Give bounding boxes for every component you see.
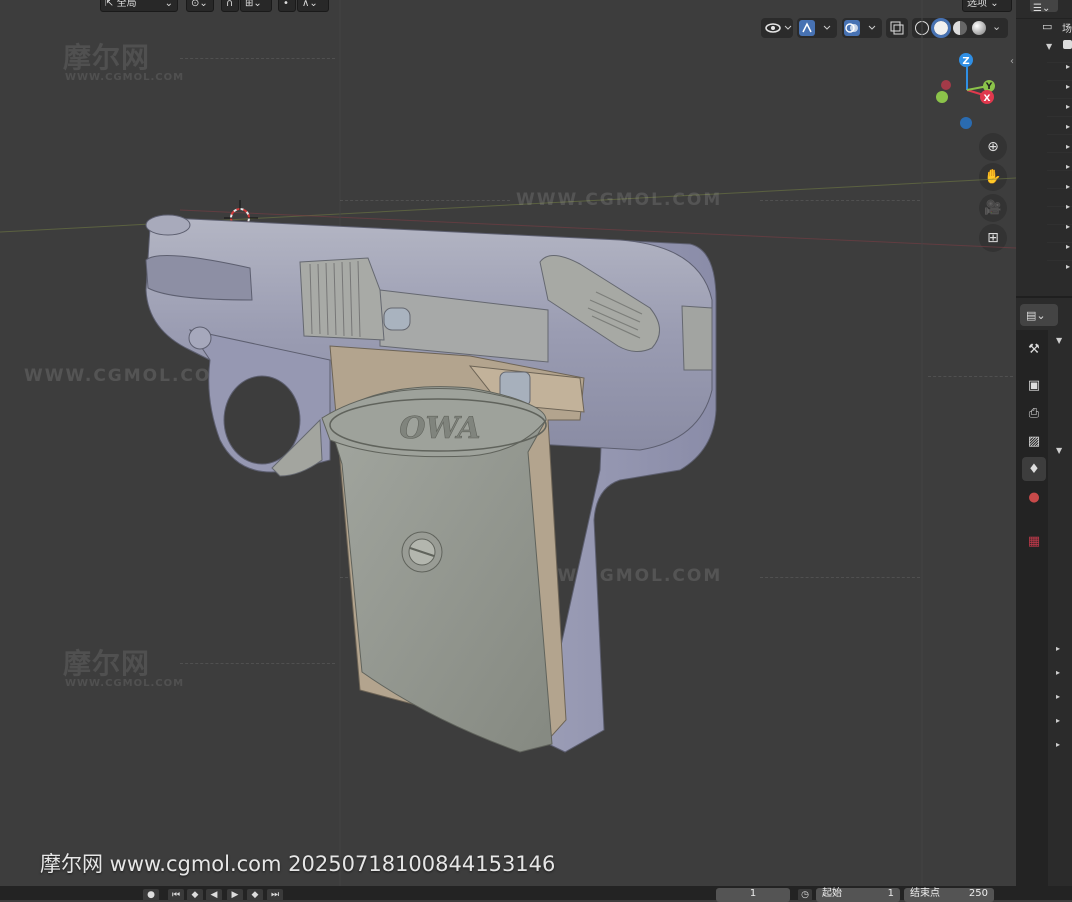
panel-expand-icon[interactable]: ▼ [1056,446,1062,455]
expand-row-icon[interactable]: ▸ [1066,182,1070,191]
record-icon: ● [147,890,155,900]
panel-expand-icon[interactable]: ▸ [1056,716,1060,725]
jump-start-icon: ⏮ [171,890,181,900]
expand-row-icon[interactable]: ▸ [1066,162,1070,171]
list-icon: ☰⌄ [1033,3,1051,14]
expand-collection-icon[interactable]: ▼ [1046,42,1052,51]
outliner-row [1047,260,1072,261]
display-mode-dropdown[interactable]: ☰⌄ [1030,0,1058,14]
jump-end-button[interactable]: ⏭ [267,889,283,901]
jump-end-icon: ⏭ [270,890,280,900]
play-button[interactable]: ▶ [227,889,243,901]
outliner-row [1047,134,1072,135]
properties-icon: ▤⌄ [1026,309,1046,322]
3d-viewport[interactable]: ⇱ 全局 ⌄ ⊙⌄ ∩ ⊞⌄ • ∧⌄ 选项 ⌄ ⌄ Z Y X ⊕ ✋ 🎥 ⊞… [0,0,1016,886]
scene-collection-label: 场 [1062,24,1072,35]
next-keyframe-button[interactable]: ◆ [247,889,263,901]
outliner-row [1047,152,1072,153]
record-button[interactable]: ● [143,889,159,901]
play-reverse-button[interactable]: ◀ [206,889,222,901]
expand-row-icon[interactable]: ▸ [1066,242,1070,251]
expand-row-icon[interactable]: ▸ [1066,122,1070,131]
world-tab-icon[interactable]: ● [1022,485,1046,509]
scene-collection-icon: ▭ [1042,20,1053,33]
tool-tab-icon[interactable]: ⚒ [1022,337,1046,361]
credit-caption: 摩尔网 www.cgmol.com 20250718100844153146 [40,852,556,876]
panel-expand-icon[interactable]: ▸ [1056,740,1060,749]
outliner-row [1047,80,1072,81]
expand-row-icon[interactable]: ▸ [1066,102,1070,111]
scene-tab-icon[interactable]: ♦ [1022,457,1046,481]
texture-tab-icon[interactable]: ▦ [1022,529,1046,553]
jump-start-button[interactable]: ⏮ [168,889,184,901]
panel-expand-icon[interactable]: ▼ [1056,336,1062,345]
output-tab-icon[interactable]: ⎙ [1022,401,1046,425]
stopwatch-button[interactable]: ◷ [798,889,812,901]
grip-logo: OWA [399,411,480,446]
next-keyframe-icon: ◆ [251,890,259,900]
collapse-sidebar-icon[interactable]: ‹ [1010,56,1014,67]
panel-expand-icon[interactable]: ▸ [1056,668,1060,677]
properties-editor-type-dropdown[interactable]: ▤⌄ [1020,304,1058,326]
play-reverse-icon: ◀ [210,890,218,900]
play-icon: ▶ [231,890,239,900]
expand-row-icon[interactable]: ▸ [1066,262,1070,271]
pistol-model[interactable]: OWA [0,0,1016,886]
outliner-row [1047,98,1072,99]
expand-row-icon[interactable]: ▸ [1066,82,1070,91]
prev-keyframe-icon: ◆ [191,890,199,900]
outliner-row [1047,116,1072,117]
expand-row-icon[interactable]: ▸ [1066,202,1070,211]
expand-row-icon[interactable]: ▸ [1066,62,1070,71]
panel-expand-icon[interactable]: ▸ [1056,692,1060,701]
stopwatch-icon: ◷ [801,890,809,900]
render-tab-icon[interactable]: ▣ [1022,373,1046,397]
collection-checkbox[interactable] [1063,40,1072,49]
expand-row-icon[interactable]: ▸ [1066,222,1070,231]
view-layer-tab-icon[interactable]: ▨ [1022,429,1046,453]
area-divider [1016,296,1072,298]
panel-expand-icon[interactable]: ▸ [1056,644,1060,653]
prev-keyframe-button[interactable]: ◆ [187,889,203,901]
divider [1016,18,1072,19]
expand-row-icon[interactable]: ▸ [1066,142,1070,151]
